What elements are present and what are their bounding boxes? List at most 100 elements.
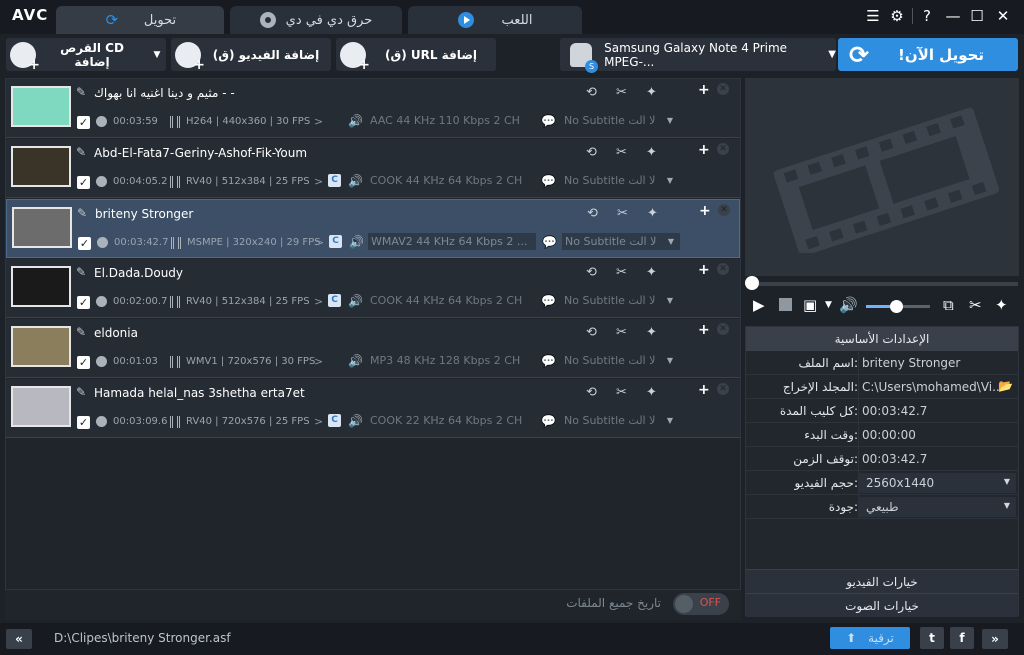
rename-pencil-icon[interactable]: ✎ [77, 206, 87, 220]
rename-pencil-icon[interactable]: ✎ [76, 385, 86, 399]
tab-burn-dvd[interactable]: حرق دي في دي [230, 6, 402, 34]
add-cd-button[interactable]: القرص CD إضافة ▼ [6, 38, 166, 73]
subtitle-select[interactable]: No Subtitle لا الت ▼ [561, 352, 679, 369]
cut-icon[interactable]: ✂ [616, 325, 627, 340]
facebook-icon[interactable]: f [950, 627, 974, 649]
file-list-item[interactable]: ✎ Hamada helal_nas 3shetha erta7et ⟲ ✂ ✦ + ✕ ✓ 0… [6, 379, 740, 438]
remove-icon[interactable]: ✕ [718, 204, 730, 216]
refresh-icon[interactable]: ⟲ [586, 325, 597, 340]
video-options-section[interactable]: خيارات الفيديو [746, 569, 1018, 593]
add-output-icon[interactable]: + [698, 262, 710, 278]
settings-dropdown[interactable]: 2560x1440 ▼ [858, 473, 1016, 493]
chevron-down-icon[interactable]: ▼ [825, 300, 832, 310]
log-icon[interactable]: ☰ [862, 6, 884, 26]
cut-icon[interactable]: ✂ [616, 85, 627, 100]
add-output-icon[interactable]: + [698, 142, 710, 158]
chevron-down-icon[interactable]: ▼ [148, 50, 166, 60]
add-output-icon[interactable]: + [699, 203, 711, 219]
seek-bar[interactable] [750, 282, 1018, 286]
subtitle-select[interactable]: No Subtitle لا الت ▼ [562, 233, 680, 250]
subtitle-select[interactable]: No Subtitle لا الت ▼ [561, 172, 679, 189]
output-profile-select[interactable]: Samsung Galaxy Note 4 Prime MPEG-... ▼ [560, 38, 836, 73]
rename-pencil-icon[interactable]: ✎ [76, 325, 86, 339]
stop-icon[interactable] [779, 298, 792, 311]
refresh-icon[interactable]: ⟲ [587, 206, 598, 221]
cut-icon[interactable]: ✂ [616, 265, 627, 280]
audio-track-select[interactable]: COOK 44 KHz 64 Kbps 2 CH [367, 292, 535, 309]
folder-icon[interactable]: 📂 [998, 379, 1013, 393]
refresh-icon[interactable]: ⟲ [586, 265, 597, 280]
refresh-icon[interactable]: ⟲ [586, 385, 597, 400]
audio-track-select[interactable]: COOK 22 KHz 64 Kbps 2 CH [367, 412, 535, 429]
remove-icon[interactable]: ✕ [717, 263, 729, 275]
effects-icon[interactable]: ✦ [647, 206, 658, 221]
subtitle-select[interactable]: No Subtitle لا الت ▼ [561, 412, 679, 429]
collapse-left-icon[interactable]: « [6, 629, 32, 649]
remove-icon[interactable]: ✕ [717, 83, 729, 95]
play-icon[interactable]: ▶ [753, 296, 765, 314]
maximize-icon[interactable]: ☐ [966, 6, 988, 26]
add-url-button[interactable]: (ق) URL إضافة [336, 38, 496, 73]
rename-pencil-icon[interactable]: ✎ [76, 145, 86, 159]
expand-right-icon[interactable]: » [982, 629, 1008, 649]
file-list[interactable]: ✎ مثيم و دينا اغنيه انا بهواك - - ⟲ ✂ ✦ + ✕ ✓ 00… [5, 78, 741, 590]
rename-pencil-icon[interactable]: ✎ [76, 265, 86, 279]
audio-track-select[interactable]: MP3 48 KHz 128 Kbps 2 CH [367, 352, 535, 369]
file-checkbox[interactable]: ✓ [77, 176, 90, 189]
cut-icon[interactable]: ✂ [969, 296, 982, 314]
settings-value[interactable]: C:\Users\mohamed\Vi... [862, 380, 1004, 394]
audio-track-select[interactable]: WMAV2 44 KHz 64 Kbps 2 ... [368, 233, 536, 250]
file-list-item[interactable]: ✎ Abd-El-Fata7-Geriny-Ashof-Fik-Youm ⟲ ✂ ✦ + ✕… [6, 139, 740, 198]
upgrade-button[interactable]: ⬆ ترقية [830, 627, 910, 649]
remove-icon[interactable]: ✕ [717, 383, 729, 395]
refresh-icon[interactable]: ⟲ [586, 85, 597, 100]
subtitle-select[interactable]: No Subtitle لا الت ▼ [561, 292, 679, 309]
effects-icon[interactable]: ✦ [646, 85, 657, 100]
file-list-item[interactable]: ✎ briteny Stronger ⟲ ✂ ✦ + ✕ ✓ 00:03:42.7 MSMPE |… [6, 199, 740, 258]
help-icon[interactable]: ? [916, 6, 938, 26]
settings-dropdown[interactable]: طبيعي ▼ [858, 497, 1016, 517]
snapshot-icon[interactable]: ▣ [803, 296, 817, 314]
merge-toggle[interactable]: OFF [673, 593, 729, 615]
add-output-icon[interactable]: + [698, 82, 710, 98]
file-checkbox[interactable]: ✓ [77, 116, 90, 129]
effects-icon[interactable]: ✦ [646, 325, 657, 340]
subtitle-select[interactable]: No Subtitle لا الت ▼ [561, 112, 679, 129]
effects-icon[interactable]: ✦ [646, 145, 657, 160]
gear-icon[interactable]: ⚙ [886, 6, 908, 26]
add-video-button[interactable]: إضافة الفيديو (ق) [171, 38, 331, 73]
crop-icon[interactable]: ⧉ [943, 296, 954, 314]
add-output-icon[interactable]: + [698, 322, 710, 338]
audio-options-section[interactable]: خيارات الصوت [746, 593, 1018, 617]
cut-icon[interactable]: ✂ [617, 206, 628, 221]
file-checkbox[interactable]: ✓ [77, 356, 90, 369]
cut-icon[interactable]: ✂ [616, 385, 627, 400]
file-list-item[interactable]: ✎ مثيم و دينا اغنيه انا بهواك - - ⟲ ✂ ✦ + ✕ ✓ 00… [6, 79, 740, 138]
effects-icon[interactable]: ✦ [646, 265, 657, 280]
add-output-icon[interactable]: + [698, 382, 710, 398]
tab-convert[interactable]: ⟳ تحويل [56, 6, 224, 34]
audio-track-select[interactable]: AAC 44 KHz 110 Kbps 2 CH [367, 112, 535, 129]
close-icon[interactable]: ✕ [992, 6, 1014, 26]
audio-track-select[interactable]: COOK 44 KHz 64 Kbps 2 CH [367, 172, 535, 189]
effects-icon[interactable]: ✦ [995, 296, 1008, 314]
remove-icon[interactable]: ✕ [717, 143, 729, 155]
volume-handle[interactable] [890, 300, 903, 313]
settings-header[interactable]: الإعدادات الأساسية [746, 327, 1018, 351]
cut-icon[interactable]: ✂ [616, 145, 627, 160]
file-checkbox[interactable]: ✓ [78, 237, 91, 250]
twitter-icon[interactable]: t [920, 627, 944, 649]
file-list-item[interactable]: ✎ eldonia ⟲ ✂ ✦ + ✕ ✓ 00:01:03 WMV1 | 720x576 | 3… [6, 319, 740, 378]
volume-icon[interactable]: 🔊 [839, 296, 858, 314]
file-checkbox[interactable]: ✓ [77, 416, 90, 429]
refresh-icon[interactable]: ⟲ [586, 145, 597, 160]
convert-now-button[interactable]: ⟳ !تحويل الآن [838, 38, 1018, 71]
seek-handle[interactable] [745, 276, 759, 290]
tab-play[interactable]: اللعب [408, 6, 582, 34]
minimize-icon[interactable]: — [942, 6, 964, 26]
file-list-item[interactable]: ✎ El.Dada.Doudy ⟲ ✂ ✦ + ✕ ✓ 00:02:00.7 RV40 | 512… [6, 259, 740, 318]
remove-icon[interactable]: ✕ [717, 323, 729, 335]
file-checkbox[interactable]: ✓ [77, 296, 90, 309]
effects-icon[interactable]: ✦ [646, 385, 657, 400]
rename-pencil-icon[interactable]: ✎ [76, 85, 86, 99]
